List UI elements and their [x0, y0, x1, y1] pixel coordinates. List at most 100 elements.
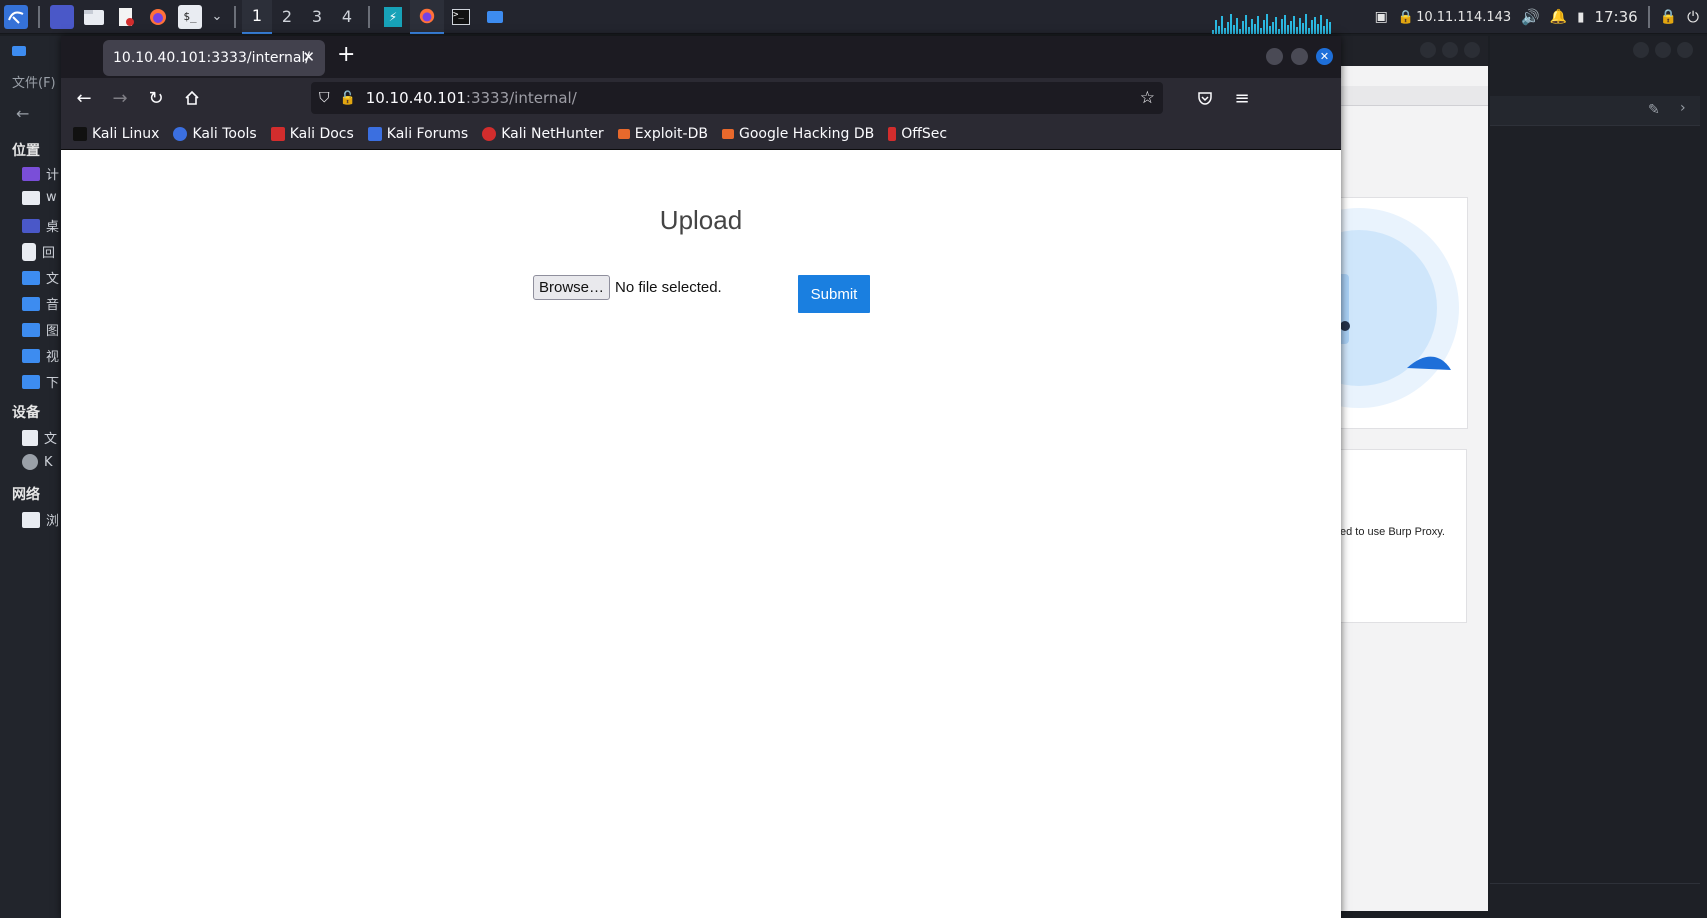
- show-desktop-icon[interactable]: [50, 4, 74, 29]
- terminal-toolbar: [1490, 96, 1700, 126]
- sidebar-item-computer[interactable]: 计: [22, 164, 59, 183]
- clock[interactable]: 17:36: [1594, 8, 1637, 26]
- lock-screen-icon[interactable]: 🔒: [1660, 9, 1677, 25]
- google-hacking-db-icon: [721, 128, 734, 139]
- url-text: 10.10.40.101:3333/internal/: [366, 89, 577, 107]
- close-button[interactable]: [1464, 42, 1480, 58]
- taskbar-separator: [234, 5, 236, 28]
- sidebar-item-music[interactable]: 音: [22, 294, 59, 313]
- workspace-2[interactable]: 2: [272, 0, 302, 34]
- submit-button[interactable]: Submit: [798, 275, 870, 313]
- maximize-button[interactable]: [1291, 48, 1308, 65]
- sidebar-item-desktop[interactable]: 桌: [22, 216, 59, 235]
- tab-internal[interactable]: 10.10.40.101:3333/internal/ ✕: [103, 40, 325, 76]
- sidebar-item-downloads[interactable]: 下: [22, 372, 59, 391]
- sidebar-item-videos[interactable]: 视: [22, 346, 59, 365]
- kali-linux-icon: [73, 126, 87, 141]
- menu-button[interactable]: ≡: [1228, 84, 1256, 112]
- firefox-window: 10.10.40.101:3333/internal/ ✕ + ✕ ← → ↻ …: [61, 36, 1341, 918]
- insecure-lock-icon[interactable]: 🔓: [340, 91, 356, 106]
- sidebar-item-home[interactable]: w: [22, 190, 57, 205]
- taskbar: $_ ⌄ 1 2 3 4 ⚡ >_ ▣ 🔒 10.11.114.143 🔊 🔔 …: [0, 0, 1707, 34]
- bookmark-offsec[interactable]: OffSec: [888, 126, 947, 142]
- home-folder-icon: [22, 190, 40, 205]
- firefox-icon: [419, 8, 435, 23]
- sidebar-item-browse-network[interactable]: 浏: [22, 510, 59, 529]
- file-menu[interactable]: 文件(F): [12, 72, 56, 91]
- screen-icon[interactable]: ▣: [1375, 9, 1388, 25]
- network-icon: [22, 511, 40, 528]
- sidebar-item-filesystem[interactable]: 文: [22, 428, 57, 447]
- close-button[interactable]: [1677, 42, 1693, 58]
- card-text: ed to use Burp Proxy.: [1340, 526, 1445, 538]
- bookmark-kali-docs[interactable]: Kali Docs: [270, 126, 354, 142]
- power-icon[interactable]: ⏻: [1687, 8, 1699, 26]
- browse-button[interactable]: Browse…: [533, 275, 610, 300]
- notification-bell-icon[interactable]: 🔔: [1550, 9, 1567, 25]
- workspace-3[interactable]: 3: [302, 0, 332, 34]
- workspace-1[interactable]: 1: [242, 0, 272, 34]
- bookmark-kali-linux[interactable]: Kali Linux: [73, 126, 159, 142]
- maximize-button[interactable]: [1655, 42, 1671, 58]
- minimize-button[interactable]: [1420, 42, 1436, 58]
- new-tab-button[interactable]: +: [337, 42, 355, 67]
- back-button[interactable]: ←: [70, 84, 98, 112]
- firefox-launcher-icon[interactable]: [146, 5, 170, 29]
- tab-title: 10.10.40.101:3333/internal/: [113, 50, 311, 66]
- chevron-right-icon[interactable]: ›: [1680, 100, 1686, 116]
- text-editor-icon[interactable]: [114, 5, 138, 29]
- background-terminal-window: ✎ ›: [1490, 36, 1707, 918]
- taskbar-app-firefox[interactable]: [410, 0, 444, 34]
- taskbar-app-burp[interactable]: ⚡: [376, 0, 410, 34]
- bookmarks-toolbar: Kali Linux Kali Tools Kali Docs Kali For…: [61, 118, 1341, 150]
- window-controls: [1420, 42, 1480, 58]
- taskbar-app-files[interactable]: [478, 0, 512, 34]
- pictures-folder-icon: [22, 322, 40, 337]
- forward-button[interactable]: →: [106, 84, 134, 112]
- maximize-button[interactable]: [1442, 42, 1458, 58]
- folder-icon: [12, 46, 26, 56]
- back-arrow-icon[interactable]: ←: [16, 104, 29, 123]
- volume-icon[interactable]: 🔊: [1521, 8, 1540, 26]
- disc-icon: [22, 454, 38, 470]
- music-folder-icon: [22, 296, 40, 311]
- sidebar-item-disc[interactable]: K: [22, 454, 53, 470]
- shield-icon[interactable]: ⛉: [319, 90, 330, 106]
- bookmark-kali-forums[interactable]: Kali Forums: [367, 126, 468, 142]
- trash-icon: [22, 242, 36, 261]
- pocket-icon: [1198, 92, 1212, 105]
- minimize-button[interactable]: [1633, 42, 1649, 58]
- home-button[interactable]: [178, 84, 206, 112]
- kali-forums-icon: [367, 126, 382, 141]
- taskbar-app-terminal[interactable]: >_: [444, 0, 478, 34]
- bookmark-kali-tools[interactable]: Kali Tools: [173, 126, 257, 142]
- pocket-button[interactable]: [1191, 84, 1219, 112]
- page-content: Upload Browse… No file selected. Submit: [61, 151, 1341, 918]
- url-host: 10.10.40.101: [365, 89, 466, 107]
- places-heading: 位置: [12, 143, 40, 159]
- battery-icon[interactable]: ▮: [1577, 10, 1584, 25]
- minimize-button[interactable]: [1266, 48, 1283, 65]
- file-manager-icon[interactable]: [82, 5, 106, 29]
- bookmark-exploit-db[interactable]: Exploit-DB: [617, 126, 708, 142]
- bookmark-kali-nethunter[interactable]: Kali NetHunter: [482, 126, 604, 142]
- page-title: Upload: [659, 205, 743, 235]
- network-graph: [1212, 10, 1344, 34]
- sidebar-item-trash[interactable]: 回: [22, 242, 55, 261]
- exploit-db-icon: [617, 128, 630, 139]
- workspace-4[interactable]: 4: [332, 0, 362, 34]
- close-button[interactable]: ✕: [1316, 48, 1333, 65]
- sidebar-item-documents[interactable]: 文: [22, 268, 59, 287]
- reload-button[interactable]: ↻: [142, 84, 170, 112]
- url-bar[interactable]: ⛉ 🔓 10.10.40.101:3333/internal/ ☆: [311, 82, 1163, 114]
- pencil-icon[interactable]: ✎: [1648, 102, 1660, 118]
- sidebar-item-pictures[interactable]: 图: [22, 320, 59, 339]
- kali-menu-icon[interactable]: [4, 4, 28, 29]
- terminal-launcher-icon[interactable]: $_: [178, 4, 202, 29]
- file-manager-window: 文件(F) ← 位置 计 w 桌 回 文 音 图 视 下 设备 文 K 网络 浏: [0, 36, 62, 918]
- bookmark-star-icon[interactable]: ☆: [1140, 88, 1155, 108]
- bookmark-google-hacking-db[interactable]: Google Hacking DB: [721, 126, 874, 142]
- close-tab-icon[interactable]: ✕: [302, 48, 315, 66]
- chevron-down-icon[interactable]: ⌄: [210, 5, 224, 29]
- vpn-lock-icon[interactable]: 🔒: [1398, 10, 1414, 25]
